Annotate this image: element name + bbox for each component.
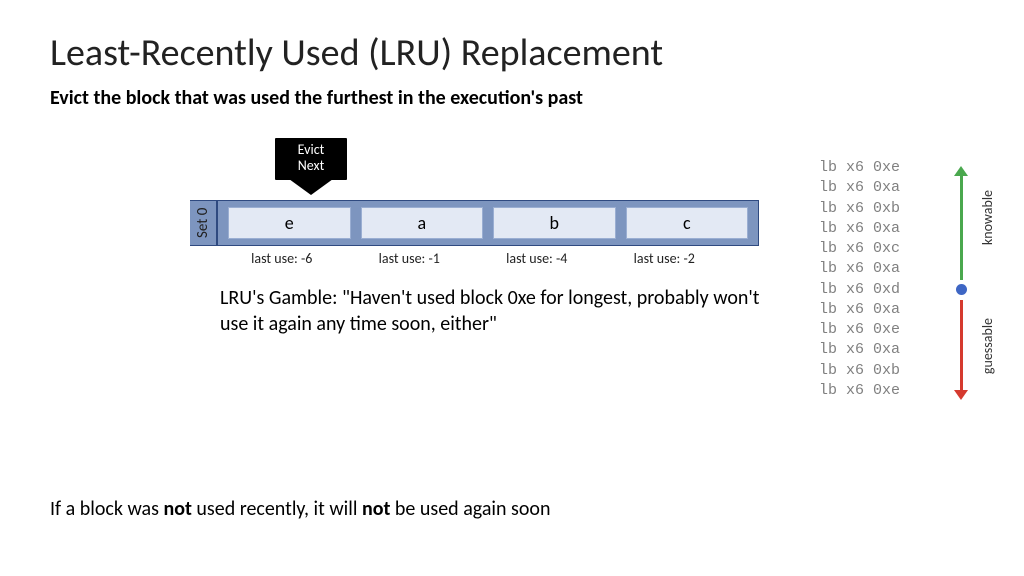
trace-line: lb x6 0xa	[819, 340, 974, 360]
bottom-text: be used again soon	[390, 497, 550, 521]
trace-line: lb x6 0xb	[819, 361, 974, 381]
cache-way: a	[361, 207, 484, 239]
evict-callout: Evict Next	[275, 138, 347, 196]
last-use-row: last use: -6 last use: -1 last use: -4 l…	[213, 246, 733, 267]
evict-line1: Evict	[283, 142, 339, 158]
trace-line: lb x6 0xa	[819, 219, 974, 239]
timeline-rail: knowable guessable	[952, 160, 976, 400]
cache-way: e	[228, 207, 351, 239]
present-dot-icon	[956, 284, 967, 295]
last-use-label: last use: -2	[606, 250, 724, 267]
slide: Least-Recently Used (LRU) Replacement Ev…	[0, 0, 1024, 576]
arrow-down-icon	[954, 390, 968, 400]
guessable-bar	[960, 300, 963, 392]
trace-line: lb x6 0xe	[819, 381, 974, 401]
cache-way: b	[493, 207, 616, 239]
evict-arrow-icon	[289, 179, 333, 195]
bottom-bold: not	[362, 497, 390, 521]
bottom-text: used recently, it will	[192, 497, 362, 521]
trace-list: lb x6 0xe lb x6 0xa lb x6 0xb lb x6 0xa …	[819, 158, 974, 401]
cache-way: c	[626, 207, 749, 239]
last-use-label: last use: -4	[478, 250, 596, 267]
cache-ways: e a b c	[217, 200, 759, 246]
lru-gamble-text: LRU's Gamble: "Haven't used block 0xe fo…	[220, 285, 780, 337]
trace-line: lb x6 0xc	[819, 239, 974, 259]
bottom-text: If a block was	[50, 497, 163, 521]
guessable-label: guessable	[979, 318, 996, 374]
last-use-label: last use: -1	[351, 250, 469, 267]
trace-line: lb x6 0xe	[819, 158, 974, 178]
cache-diagram: Evict Next Set 0 e a b c last use: -6 la…	[50, 150, 819, 337]
trace-line: lb x6 0xb	[819, 199, 974, 219]
bottom-statement: If a block was not used recently, it wil…	[50, 497, 550, 521]
trace-line: lb x6 0xa	[819, 300, 974, 320]
evict-label-box: Evict Next	[275, 138, 347, 180]
set-label: Set 0	[190, 200, 217, 246]
trace-line: lb x6 0xa	[819, 178, 974, 198]
knowable-label: knowable	[979, 190, 996, 245]
cache-set-row: Set 0 e a b c	[190, 200, 819, 246]
trace-line: lb x6 0xe	[819, 320, 974, 340]
last-use-label: last use: -6	[223, 250, 341, 267]
knowable-bar	[960, 174, 963, 280]
instruction-trace: lb x6 0xe lb x6 0xa lb x6 0xb lb x6 0xa …	[819, 150, 974, 401]
content-row: Evict Next Set 0 e a b c last use: -6 la…	[50, 150, 974, 401]
evict-line2: Next	[283, 158, 339, 174]
slide-title: Least-Recently Used (LRU) Replacement	[50, 30, 974, 76]
trace-line: lb x6 0xd	[819, 280, 974, 300]
bottom-bold: not	[163, 497, 191, 521]
trace-line: lb x6 0xa	[819, 259, 974, 279]
slide-subtitle: Evict the block that was used the furthe…	[50, 86, 974, 110]
